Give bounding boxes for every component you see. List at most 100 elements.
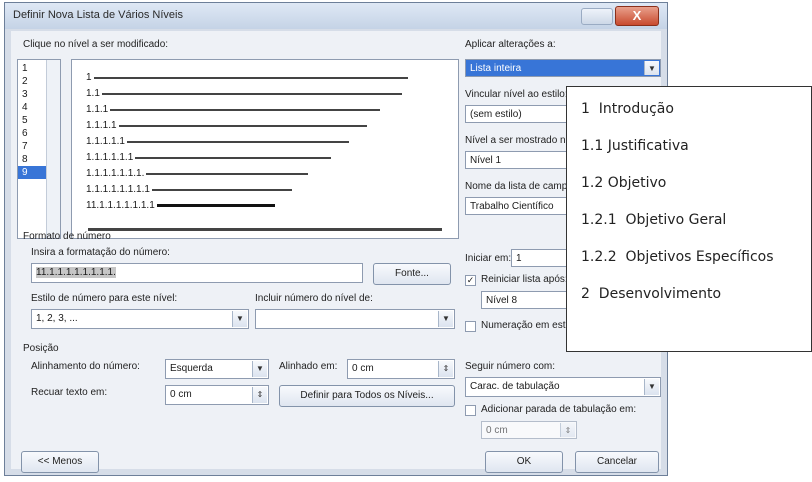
add-tab-label: Adicionar parada de tabulação em:: [481, 404, 637, 415]
follow-number-combo[interactable]: Carac. de tabulação ▼: [465, 377, 661, 397]
window-title: Definir Nova Lista de Vários Níveis: [13, 9, 183, 21]
preview-row: 1.1: [86, 88, 402, 99]
level-item[interactable]: 7: [18, 140, 46, 153]
chevron-down-icon: ▼: [252, 361, 267, 377]
preview-line: [126, 140, 349, 143]
preview-line: [118, 124, 367, 127]
cancel-button[interactable]: Cancelar: [575, 451, 659, 473]
align-value: Esquerda: [170, 363, 213, 374]
outline-example-box: 1 Introdução 1.1 Justificativa 1.2 Objetiv…: [566, 86, 812, 352]
preview-row: 1.1.1.1: [86, 120, 367, 131]
title-bar[interactable]: Definir Nova Lista de Vários Níveis X: [5, 3, 667, 29]
number-format-section: Formato de número: [23, 231, 111, 242]
preview-row: 1.1.1.1.1.1.1.: [86, 168, 309, 179]
preview-line: [93, 76, 408, 79]
start-at-label: Iniciar em:: [465, 253, 512, 264]
level-item[interactable]: 5: [18, 114, 46, 127]
apply-label: Aplicar alterações a:: [465, 39, 556, 50]
preview-row-number: 11.1.1.1.1.1.1.1: [86, 200, 155, 211]
preview-row-number: 1.1.1.1: [86, 120, 117, 131]
include-level-label: Incluir número do nível de:: [255, 293, 373, 304]
preview-line: [101, 92, 402, 95]
apply-combo[interactable]: Lista inteira ▼: [465, 59, 661, 77]
number-style-value: 1, 2, 3, ...: [36, 313, 78, 324]
spinner-arrows-icon[interactable]: ⇕: [438, 361, 453, 377]
number-format-input[interactable]: 11.1.1.1.1.1.1.1.1.: [31, 263, 363, 283]
listnum-name-value: Trabalho Científico: [470, 201, 554, 212]
ok-button[interactable]: OK: [485, 451, 563, 473]
add-tab-spinner[interactable]: 0 cm ⇕: [481, 421, 577, 439]
indent-value: 0 cm: [170, 389, 192, 400]
link-style-value: (sem estilo): [470, 109, 522, 120]
preview-row: 1.1.1.1.1.1.1.1: [86, 184, 292, 195]
position-section: Posição: [23, 343, 59, 354]
level-item[interactable]: 4: [18, 101, 46, 114]
preview-row-number: 1.1.1.1.1.1.1.: [86, 168, 145, 179]
level-item[interactable]: 1: [18, 62, 46, 75]
number-format-value: 11.1.1.1.1.1.1.1.1.: [36, 267, 116, 278]
level-item[interactable]: 2: [18, 75, 46, 88]
aligned-at-spinner[interactable]: 0 cm ⇕: [347, 359, 455, 379]
format-label: Insira a formatação do número:: [31, 247, 170, 258]
window-controls[interactable]: [581, 8, 613, 25]
preview-row: 1.1.1: [86, 104, 381, 115]
spinner-arrows-icon[interactable]: ⇕: [560, 423, 575, 437]
include-level-combo[interactable]: ▼: [255, 309, 455, 329]
preview-pane: 1 1.1 1.1.1 1.1.1.1 1.1.1.1.1 1.1.1.1.1.1 1.1.…: [71, 59, 459, 239]
preview-line: [135, 156, 332, 159]
preview-line: [151, 188, 292, 191]
level-list[interactable]: 123456789: [17, 59, 61, 239]
chevron-down-icon: ▼: [644, 61, 659, 75]
outline-item: 1.2.2 Objetivos Específicos: [581, 249, 774, 265]
preview-text-line: [88, 228, 442, 231]
start-at-value: 1: [516, 253, 522, 264]
level-item[interactable]: 8: [18, 153, 46, 166]
level-item[interactable]: 3: [18, 88, 46, 101]
level-item[interactable]: 9: [18, 166, 46, 179]
follow-number-label: Seguir número com:: [465, 361, 556, 372]
preview-row-number: 1.1.1.1.1.1: [86, 152, 134, 163]
legal-style-label: Numeração em estilo: [481, 320, 576, 331]
less-button[interactable]: << Menos: [21, 451, 99, 473]
preview-row: 11.1.1.1.1.1.1.1: [86, 200, 275, 211]
preview-line: [110, 108, 381, 111]
preview-line: [156, 204, 275, 207]
align-label: Alinhamento do número:: [31, 361, 140, 372]
preview-row: 1.1.1.1.1: [86, 136, 349, 147]
aligned-at-label: Alinhado em:: [279, 361, 338, 372]
level-list-scrollbar[interactable]: [46, 60, 60, 238]
font-button[interactable]: Fonte...: [373, 263, 451, 285]
add-tab-checkbox[interactable]: [465, 405, 476, 416]
legal-style-checkbox[interactable]: [465, 321, 476, 332]
outline-item: 1.1 Justificativa: [581, 138, 689, 154]
close-button[interactable]: X: [615, 6, 659, 26]
follow-number-value: Carac. de tabulação: [470, 381, 560, 392]
indent-label: Recuar texto em:: [31, 387, 108, 398]
restart-level-combo[interactable]: Nível 8: [481, 291, 577, 309]
preview-row-number: 1.1.1: [86, 104, 109, 115]
spinner-arrows-icon[interactable]: ⇕: [252, 387, 267, 403]
chevron-down-icon: ▼: [644, 379, 659, 395]
chevron-down-icon: ▼: [438, 311, 453, 327]
preview-row-number: 1.1.1.1.1: [86, 136, 125, 147]
preview-row-number: 1.1: [86, 88, 100, 99]
gallery-level-label: Nível a ser mostrado na: [465, 135, 572, 146]
number-style-label: Estilo de número para este nível:: [31, 293, 178, 304]
restart-label: Reiniciar lista após:: [481, 274, 568, 285]
chevron-down-icon: ▼: [232, 311, 247, 327]
set-all-levels-button[interactable]: Definir para Todos os Níveis...: [279, 385, 455, 407]
preview-row-number: 1.1.1.1.1.1.1.1: [86, 184, 150, 195]
outline-item: 2 Desenvolvimento: [581, 286, 722, 302]
align-combo[interactable]: Esquerda ▼: [165, 359, 269, 379]
outline-item: 1 Introdução: [581, 101, 674, 117]
level-item[interactable]: 6: [18, 127, 46, 140]
number-style-combo[interactable]: 1, 2, 3, ... ▼: [31, 309, 249, 329]
restart-level-value: Nível 8: [486, 295, 518, 306]
outline-item: 1.2 Objetivo: [581, 175, 667, 191]
gallery-level-value: Nível 1: [470, 155, 502, 166]
indent-spinner[interactable]: 0 cm ⇕: [165, 385, 269, 405]
restart-checkbox[interactable]: ✓: [465, 275, 476, 286]
aligned-at-value: 0 cm: [352, 363, 374, 374]
outline-item: 1.2.1 Objetivo Geral: [581, 212, 727, 228]
preview-row-number: 1: [86, 72, 92, 83]
